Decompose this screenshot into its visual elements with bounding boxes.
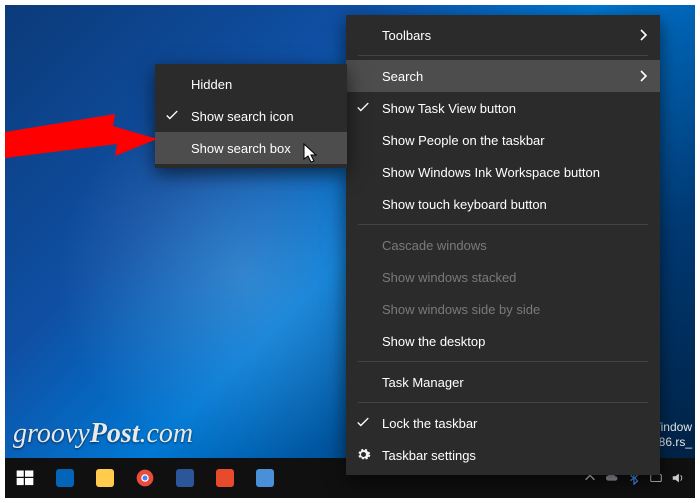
taskbar-context-menu[interactable]: Toolbars Search Show Task View button Show … [346,15,660,475]
windows-logo-icon [15,468,35,488]
taskbar-menu-item[interactable]: Show People on the taskbar [346,124,660,156]
menu-separator [358,55,648,56]
menu-item-label: Show Windows Ink Workspace button [382,165,600,180]
taskbar-menu-item[interactable]: Show Task View button [346,92,660,124]
chevron-right-icon [638,29,648,41]
menu-item-label: Hidden [191,77,232,92]
menu-separator [358,361,648,362]
menu-item-label: Show touch keyboard button [382,197,547,212]
menu-item-label: Search [382,69,423,84]
mouse-cursor-icon [303,143,321,165]
checkmark-icon [356,100,370,114]
menu-item-label: Show windows side by side [382,302,540,317]
taskbar-app-snagit[interactable] [205,458,245,498]
menu-item-label: Show search icon [191,109,294,124]
menu-separator [358,402,648,403]
taskbar-app-explorer[interactable] [85,458,125,498]
menu-item-label: Show windows stacked [382,270,516,285]
menu-item-label: Show search box [191,141,291,156]
taskbar-app-word[interactable] [165,458,205,498]
taskbar-menu-item: Cascade windows [346,229,660,261]
taskbar-menu-item[interactable]: Show Windows Ink Workspace button [346,156,660,188]
taskbar-menu-item[interactable]: Lock the taskbar [346,407,660,439]
menu-item-label: Cascade windows [382,238,487,253]
menu-item-label: Show People on the taskbar [382,133,545,148]
taskbar-menu-item[interactable]: Show the desktop [346,325,660,357]
chevron-right-icon [638,70,648,82]
search-submenu-item[interactable]: Hidden [155,68,347,100]
desktop-wallpaper: Window 17686.rs_ groovyPost.com Toolbars… [0,0,700,503]
taskbar-menu-item[interactable]: Taskbar settings [346,439,660,471]
taskbar-app-generic[interactable] [245,458,285,498]
taskbar-menu-item: Show windows stacked [346,261,660,293]
menu-item-label: Show the desktop [382,334,485,349]
checkmark-icon [356,415,370,429]
red-arrow-annotation [5,104,165,184]
menu-item-label: Taskbar settings [382,448,476,463]
tray-volume-icon[interactable] [667,458,689,498]
chrome-icon [135,468,155,488]
taskbar-menu-item: Show windows side by side [346,293,660,325]
taskbar-menu-item[interactable]: Show touch keyboard button [346,188,660,220]
menu-item-label: Show Task View button [382,101,516,116]
menu-item-label: Toolbars [382,28,431,43]
gear-icon [356,447,371,462]
search-submenu-item[interactable]: Show search icon [155,100,347,132]
taskbar-app-chrome[interactable] [125,458,165,498]
taskbar-app-outlook[interactable] [45,458,85,498]
taskbar-menu-item[interactable]: Toolbars [346,19,660,51]
taskbar-menu-item[interactable]: Search [346,60,660,92]
taskbar-menu-item[interactable]: Task Manager [346,366,660,398]
checkmark-icon [165,108,179,122]
menu-item-label: Task Manager [382,375,464,390]
menu-item-label: Lock the taskbar [382,416,477,431]
start-button[interactable] [5,458,45,498]
groovypost-watermark: groovyPost.com [13,418,193,450]
menu-separator [358,224,648,225]
